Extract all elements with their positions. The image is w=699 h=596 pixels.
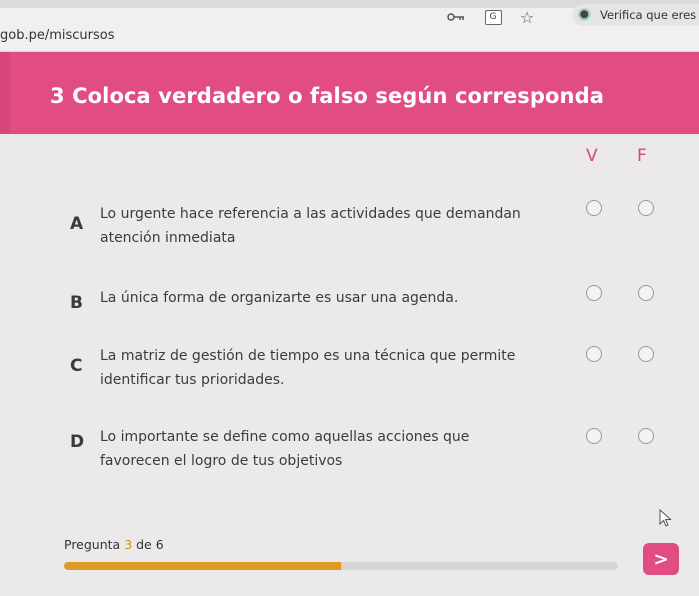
- profile-verification-chip[interactable]: Verifica que eres: [572, 4, 699, 26]
- progress-prefix: Pregunta: [64, 537, 125, 552]
- star-icon[interactable]: ☆: [517, 8, 537, 27]
- statement-text: Lo importante se define como aquellas ac…: [100, 429, 470, 469]
- statement-letter: A: [70, 214, 84, 234]
- profile-avatar-icon: [578, 8, 592, 22]
- column-header-true: V: [586, 146, 598, 166]
- question-title: 3 Coloca verdadero o falso según corresp…: [50, 84, 604, 108]
- statement-letter: B: [70, 293, 83, 313]
- progress-separator: de: [132, 537, 156, 552]
- address-bar-url[interactable]: gob.pe/miscursos: [0, 28, 115, 43]
- progress-bar-fill: [64, 562, 341, 570]
- next-button-label: >: [653, 548, 669, 570]
- mouse-cursor-icon: [659, 509, 672, 527]
- radio-true-c[interactable]: [586, 346, 602, 362]
- radio-true-d[interactable]: [586, 428, 602, 444]
- progress-label: Pregunta 3 de 6: [64, 537, 164, 552]
- radio-true-b[interactable]: [586, 285, 602, 301]
- next-button[interactable]: >: [643, 543, 679, 575]
- profile-chip-label: Verifica que eres: [600, 8, 697, 22]
- radio-true-a[interactable]: [586, 200, 602, 216]
- radio-false-b[interactable]: [638, 285, 654, 301]
- statement-text: Lo urgente hace referencia a las activid…: [100, 206, 521, 246]
- radio-false-c[interactable]: [638, 346, 654, 362]
- statement-text: La matriz de gestión de tiempo es una té…: [100, 348, 516, 388]
- progress-current: 3: [124, 537, 133, 552]
- statement-text: La única forma de organizarte es usar un…: [100, 290, 459, 306]
- statement-letter: D: [70, 432, 85, 452]
- radio-false-a[interactable]: [638, 200, 654, 216]
- statement-letter: C: [70, 356, 83, 376]
- translate-icon[interactable]: G: [483, 8, 503, 26]
- column-header-false: F: [637, 146, 647, 166]
- header-accent-strip: [0, 52, 10, 134]
- progress-total: 6: [155, 537, 164, 552]
- key-icon[interactable]: [446, 8, 466, 26]
- progress-bar: [64, 562, 618, 570]
- radio-false-d[interactable]: [638, 428, 654, 444]
